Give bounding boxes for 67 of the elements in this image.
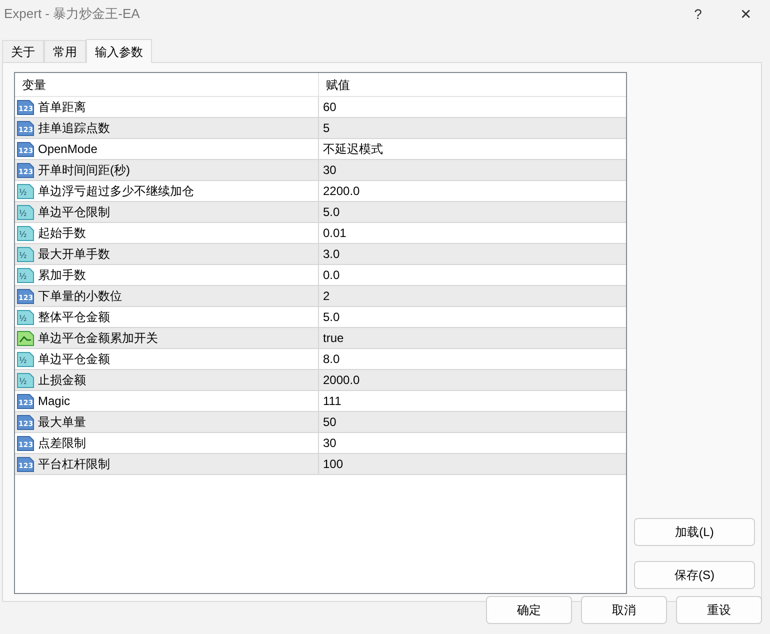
fraction-type-icon: ½ [17, 204, 34, 220]
table-row[interactable]: ½ 起始手数 0.01 [15, 223, 626, 244]
parameter-name: 单边平仓限制 [38, 204, 110, 221]
table-row[interactable]: ½ 单边平仓限制 5.0 [15, 202, 626, 223]
parameter-value[interactable]: 30 [323, 434, 336, 452]
fraction-type-icon: ½ [17, 372, 34, 388]
tab[interactable]: 输入参数 [86, 39, 152, 63]
help-button[interactable]: ? [674, 0, 722, 28]
tab[interactable]: 关于 [2, 40, 44, 62]
column-header[interactable]: 变量 [15, 73, 319, 96]
table-row[interactable]: ½ 单边浮亏超过多少不继续加仓 2200.0 [15, 181, 626, 202]
table-row[interactable]: ½ 整体平仓金额 5.0 [15, 307, 626, 328]
parameter-value[interactable]: 100 [323, 455, 344, 473]
dialog-button[interactable]: 确定 [486, 596, 572, 624]
parameter-name: 开单时间间距(秒) [38, 162, 130, 179]
parameter-name: 整体平仓金额 [38, 309, 110, 326]
parameter-name: 首单距离 [38, 99, 86, 116]
side-button[interactable]: 加载(L) [634, 518, 755, 546]
parameter-name: 下单量的小数位 [38, 288, 122, 305]
parameter-name: 最大单量 [38, 414, 86, 431]
parameter-name: 止损金额 [38, 372, 86, 389]
parameter-value[interactable]: 60 [323, 98, 336, 116]
table-row[interactable]: ½ 止损金额 2000.0 [15, 370, 626, 391]
close-button[interactable]: ✕ [722, 0, 770, 28]
table-row[interactable]: ½ 单边平仓金额 8.0 [15, 349, 626, 370]
table-row[interactable]: 单边平仓金额累加开关 true [15, 328, 626, 349]
parameter-name: Magic [38, 393, 70, 410]
parameter-value[interactable]: true [323, 329, 344, 347]
parameter-value[interactable]: 不延迟模式 [323, 140, 383, 158]
window-title: Expert - 暴力炒金王-EA [4, 5, 140, 24]
fraction-type-icon: ½ [17, 268, 34, 282]
parameter-name: OpenMode [38, 141, 98, 158]
dialog-button[interactable]: 重设 [676, 596, 762, 624]
parameter-value[interactable]: 5.0 [323, 203, 340, 221]
fraction-type-icon: ½ [17, 310, 34, 324]
parameter-value[interactable]: 8.0 [323, 350, 340, 368]
parameter-value[interactable]: 2200.0 [323, 182, 360, 200]
parameter-name: 平台杠杆限制 [38, 456, 110, 473]
column-header[interactable]: 赋值 [319, 73, 626, 96]
boolean-type-icon [17, 330, 34, 346]
parameter-value[interactable]: 0.0 [323, 266, 340, 284]
parameter-value[interactable]: 30 [323, 161, 336, 179]
parameter-value[interactable]: 2000.0 [323, 371, 360, 389]
table-row[interactable]: ½ 最大开单手数 3.0 [15, 244, 626, 265]
parameter-name: 单边浮亏超过多少不继续加仓 [38, 183, 194, 200]
parameter-name: 起始手数 [38, 225, 86, 242]
parameter-value[interactable]: 3.0 [323, 245, 340, 263]
parameter-name: 单边平仓金额 [38, 351, 110, 368]
parameter-name: 点差限制 [38, 435, 86, 452]
table-row[interactable]: ½ 累加手数 0.0 [15, 265, 626, 286]
side-button[interactable]: 保存(S) [634, 561, 755, 589]
fraction-type-icon: ½ [17, 352, 34, 366]
parameter-name: 最大开单手数 [38, 246, 110, 263]
tab[interactable]: 常用 [44, 40, 86, 62]
fraction-type-icon: ½ [17, 184, 34, 198]
parameter-name: 累加手数 [38, 267, 86, 284]
parameter-value[interactable]: 5 [323, 119, 330, 137]
parameter-name: 挂单追踪点数 [38, 120, 110, 137]
parameter-value[interactable]: 5.0 [323, 308, 340, 326]
parameter-value[interactable]: 0.01 [323, 224, 346, 242]
dialog-button[interactable]: 取消 [581, 596, 667, 624]
parameter-value[interactable]: 111 [323, 392, 342, 410]
fraction-type-icon: ½ [17, 226, 34, 240]
parameter-name: 单边平仓金额累加开关 [38, 330, 158, 347]
parameter-value[interactable]: 2 [323, 287, 330, 305]
parameter-value[interactable]: 50 [323, 413, 336, 431]
fraction-type-icon: ½ [17, 246, 34, 262]
